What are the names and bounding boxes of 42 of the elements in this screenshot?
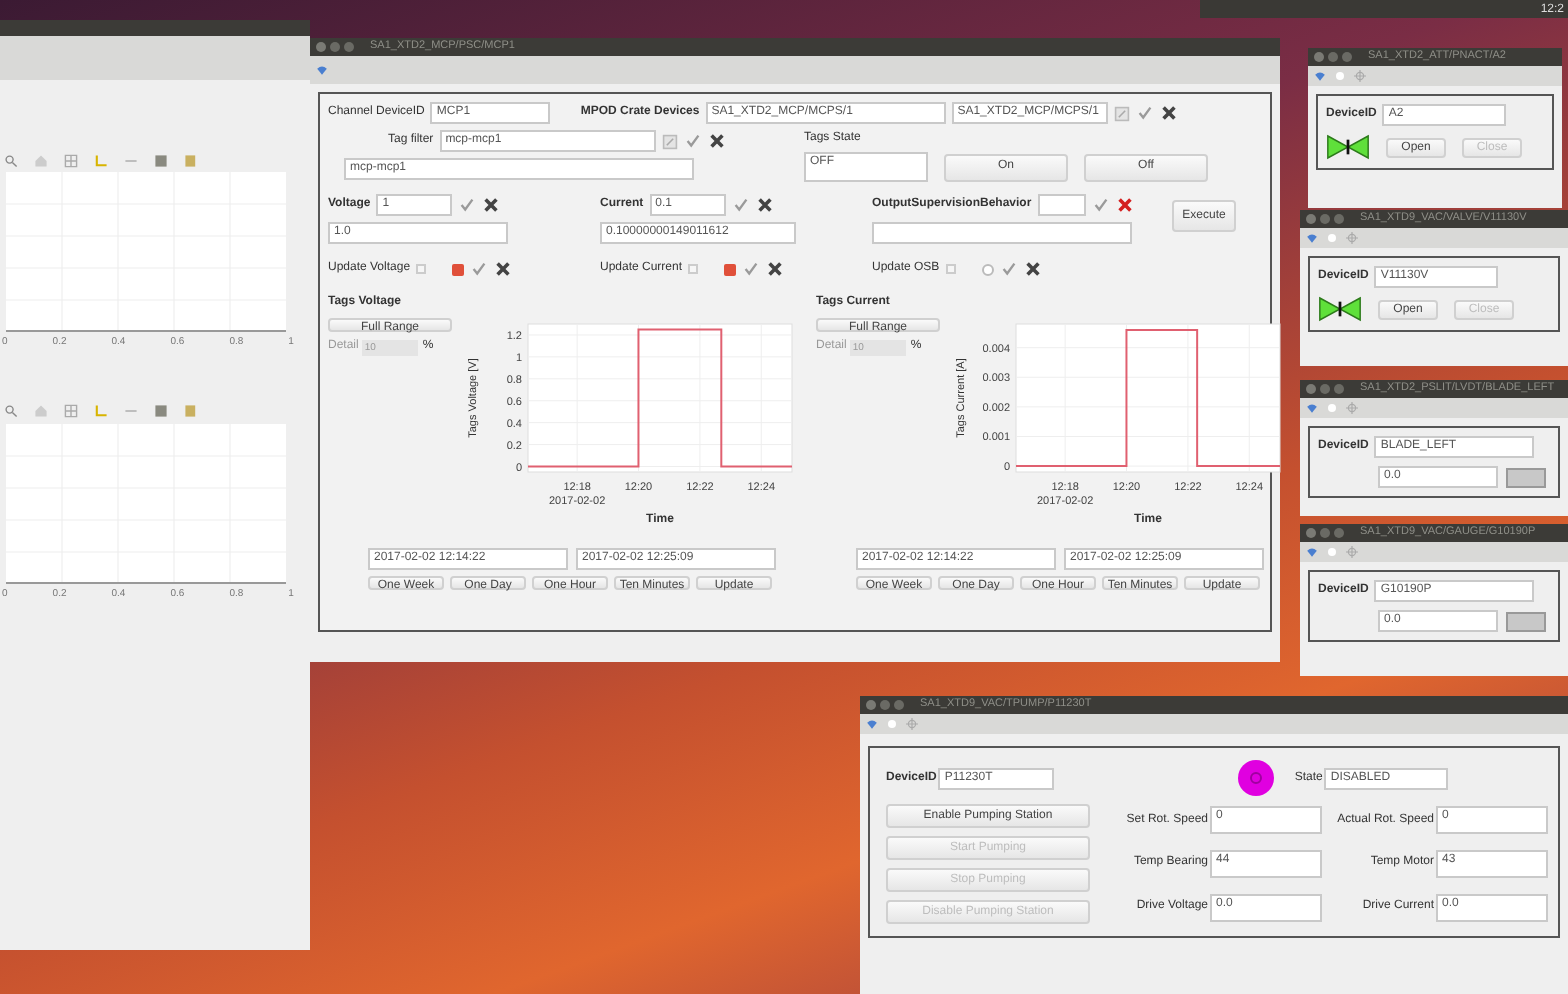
zoom-icon[interactable] [4, 153, 18, 167]
maximize-button[interactable] [1342, 52, 1352, 62]
close-button[interactable] [1306, 384, 1316, 394]
close-button[interactable] [1306, 214, 1316, 224]
close-button[interactable] [866, 700, 876, 710]
home-icon[interactable] [34, 404, 48, 418]
crosshair-icon[interactable] [1346, 402, 1358, 414]
status-indicator [1506, 467, 1546, 487]
maximize-button[interactable] [894, 700, 904, 710]
home-icon[interactable] [34, 153, 48, 167]
network-icon[interactable] [1306, 232, 1318, 244]
close-button[interactable] [1314, 52, 1324, 62]
minimize-button[interactable] [880, 700, 890, 710]
crosshair-icon[interactable] [1346, 546, 1358, 558]
network-icon[interactable] [316, 64, 328, 76]
crosshair-icon[interactable] [1346, 232, 1358, 244]
crosshair-icon[interactable] [906, 718, 918, 730]
axes-icon[interactable] [94, 153, 108, 167]
maximize-button[interactable] [1334, 528, 1344, 538]
network-icon[interactable] [1306, 546, 1318, 558]
close-button[interactable] [316, 42, 326, 52]
maximize-button[interactable] [1334, 384, 1344, 394]
maximize-button[interactable] [1334, 214, 1344, 224]
grid-icon[interactable] [64, 404, 78, 418]
minimize-button[interactable] [330, 42, 340, 52]
state-indicator [1238, 760, 1275, 796]
network-icon[interactable] [1314, 70, 1326, 82]
valve-icon [1326, 134, 1370, 160]
network-icon[interactable] [866, 718, 878, 730]
valve-icon [1318, 296, 1362, 322]
network-icon[interactable] [1306, 402, 1318, 414]
close-button[interactable] [1306, 528, 1316, 538]
crosshair-icon[interactable] [1354, 70, 1366, 82]
minimize-button[interactable] [1320, 384, 1330, 394]
minimize-button[interactable] [1320, 528, 1330, 538]
zoom-icon[interactable] [4, 404, 18, 418]
axes-icon[interactable] [94, 404, 108, 418]
minimize-button[interactable] [1328, 52, 1338, 62]
minimize-button[interactable] [1320, 214, 1330, 224]
status-indicator [1506, 611, 1546, 631]
grid-icon[interactable] [64, 153, 78, 167]
maximize-button[interactable] [344, 42, 354, 52]
